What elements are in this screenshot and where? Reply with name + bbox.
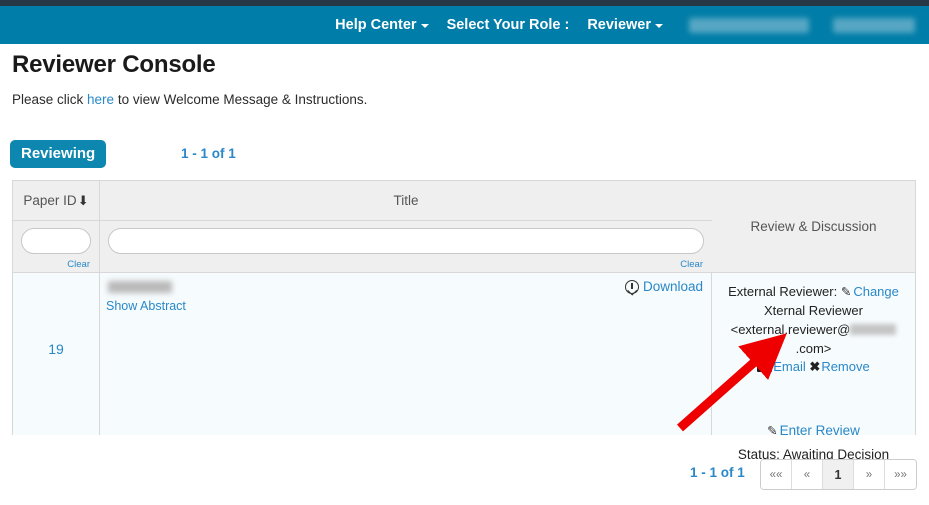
table-header-row: Paper ID ⬇ Title Review & Discussion — [13, 181, 915, 273]
filter-cell-review-discussion — [712, 221, 915, 273]
sort-descending-icon: ⬇ — [77, 192, 89, 208]
envelope-icon — [757, 361, 773, 373]
edit-pencil-icon: ✎ — [840, 285, 852, 299]
paper-id-filter-input[interactable] — [21, 228, 91, 254]
email-reviewer-link[interactable]: Email — [773, 359, 806, 374]
external-reviewer-line: External Reviewer: ✎ Change — [716, 283, 911, 302]
download-link-label: Download — [642, 279, 703, 294]
close-x-icon: ✖ — [809, 359, 821, 375]
show-abstract-link[interactable]: Show Abstract — [106, 299, 186, 313]
column-header-paper-id[interactable]: Paper ID ⬇ — [13, 181, 100, 221]
cell-review-discussion: External Reviewer: ✎ Change Xternal Revie… — [712, 273, 915, 462]
column-header-title[interactable]: Title — [100, 181, 712, 221]
paper-id-filter-clear-link[interactable]: Clear — [67, 259, 90, 270]
change-reviewer-link[interactable]: Change — [853, 284, 899, 299]
reviewer-actions: Email ✖Remove — [716, 358, 911, 377]
reviewer-email: <external.reviewer@ .com> — [716, 321, 911, 359]
column-header-paper-id-label: Paper ID — [23, 193, 77, 208]
table-row: 19 Show Abstract Download External Revie… — [13, 273, 915, 462]
nav-item-select-your-role: Select Your Role : — [447, 17, 570, 33]
edit-pencil-icon: ✎ — [767, 424, 778, 439]
pagination-next-button-bottom[interactable]: » — [854, 460, 885, 489]
nav-item-select-your-role-label: Select Your Role : — [446, 17, 570, 33]
welcome-message-link[interactable]: here — [87, 92, 114, 107]
cell-title: Show Abstract Download — [100, 273, 712, 435]
download-icon — [624, 279, 639, 294]
reviewer-email-domain-redacted — [850, 323, 897, 335]
title-filter-input[interactable] — [108, 228, 704, 254]
paper-title-redacted — [108, 281, 172, 293]
nav-item-reviewer[interactable]: Reviewer — [587, 17, 663, 33]
nav-item-redacted-user[interactable] — [689, 17, 809, 33]
paper-id-link[interactable]: 19 — [13, 341, 99, 357]
reviewer-email-suffix: .com> — [795, 340, 832, 356]
nav-item-help-center[interactable]: Help Center — [335, 17, 429, 33]
cell-paper-id: 19 — [13, 273, 100, 435]
chevron-down-icon — [420, 24, 429, 28]
enter-review-link[interactable]: Enter Review — [780, 423, 860, 438]
intro-suffix: to view Welcome Message & Instructions. — [114, 92, 368, 107]
intro-prefix: Please click — [12, 92, 88, 107]
filter-cell-title: Clear — [100, 221, 712, 273]
papers-table: Paper ID ⬇ Title Review & Discussion Cle… — [12, 180, 916, 462]
status-filter-reviewing[interactable]: Reviewing — [10, 140, 107, 168]
chevron-down-icon — [655, 24, 663, 28]
pagination-count-bottom: 1 - 1 of 1 — [690, 465, 745, 480]
title-filter-clear-link[interactable]: Clear — [680, 259, 703, 270]
pagination-last-button-bottom[interactable]: »» — [885, 460, 916, 489]
nav-item-redacted-logout[interactable] — [833, 17, 915, 33]
nav-item-help-center-label: Help Center — [335, 17, 417, 33]
reviewer-console-page: Help Center Select Your Role : Reviewer … — [0, 0, 929, 505]
list-toolbar: Reviewing 1 - 1 of 1 «« « 1 » »» Show: 2… — [0, 132, 929, 308]
nav-item-reviewer-label: Reviewer — [587, 17, 651, 33]
download-link[interactable]: Download — [624, 279, 703, 294]
pagination-page-1-button-bottom[interactable]: 1 — [823, 460, 854, 489]
top-navbar: Help Center Select Your Role : Reviewer — [0, 6, 929, 44]
pagination-first-button-bottom[interactable]: «« — [761, 460, 792, 489]
enter-review-row: ✎ Enter Review — [716, 421, 911, 441]
page-title: Reviewer Console — [12, 51, 216, 78]
pagination-bottom: «« « 1 » »» — [760, 459, 917, 490]
pagination-prev-button-bottom[interactable]: « — [792, 460, 823, 489]
reviewer-email-prefix: <external.reviewer@ — [730, 321, 851, 337]
external-reviewer-label: External Reviewer: — [728, 284, 838, 299]
filter-cell-paper-id: Clear — [13, 221, 100, 273]
welcome-instructions-text: Please click here to view Welcome Messag… — [12, 92, 367, 107]
table-filter-row: Clear Clear — [13, 221, 915, 273]
reviewer-name: Xternal Reviewer — [764, 302, 863, 318]
remove-reviewer-link[interactable]: Remove — [821, 359, 869, 374]
pagination-count-top: 1 - 1 of 1 — [181, 146, 236, 161]
